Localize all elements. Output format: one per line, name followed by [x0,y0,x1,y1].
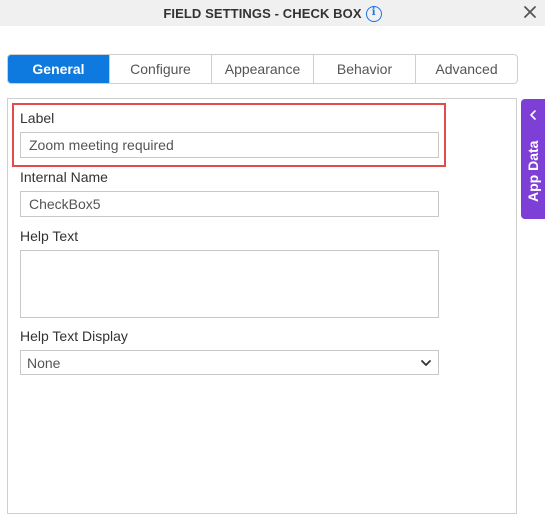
help-text-display-label: Help Text Display [20,328,128,344]
tab-configure[interactable]: Configure [109,55,211,83]
close-icon[interactable] [521,3,539,21]
help-text-label: Help Text [20,228,79,244]
help-text-display-value: None [27,355,61,371]
tab-appearance[interactable]: Appearance [211,55,313,83]
chevron-down-icon [421,360,431,366]
dialog-title: FIELD SETTINGS - CHECK BOX [163,6,362,22]
chevron-left-icon [530,110,536,120]
tab-advanced[interactable]: Advanced [415,55,517,83]
app-data-tab[interactable]: App Data [521,99,545,219]
highlight-box [12,103,446,167]
help-text-textarea[interactable] [20,250,439,318]
help-text-display-select[interactable]: None [20,350,439,375]
dialog-header: FIELD SETTINGS - CHECK BOX i [0,0,545,26]
tab-general[interactable]: General [8,55,109,83]
tab-bar: General Configure Appearance Behavior Ad… [7,54,518,84]
dialog-title-row: FIELD SETTINGS - CHECK BOX i [0,5,545,22]
internal-name-input[interactable]: CheckBox5 [20,191,439,217]
tab-behavior[interactable]: Behavior [313,55,415,83]
internal-name-label: Internal Name [20,169,108,185]
app-data-label: App Data [525,140,541,202]
info-icon[interactable]: i [365,5,382,22]
